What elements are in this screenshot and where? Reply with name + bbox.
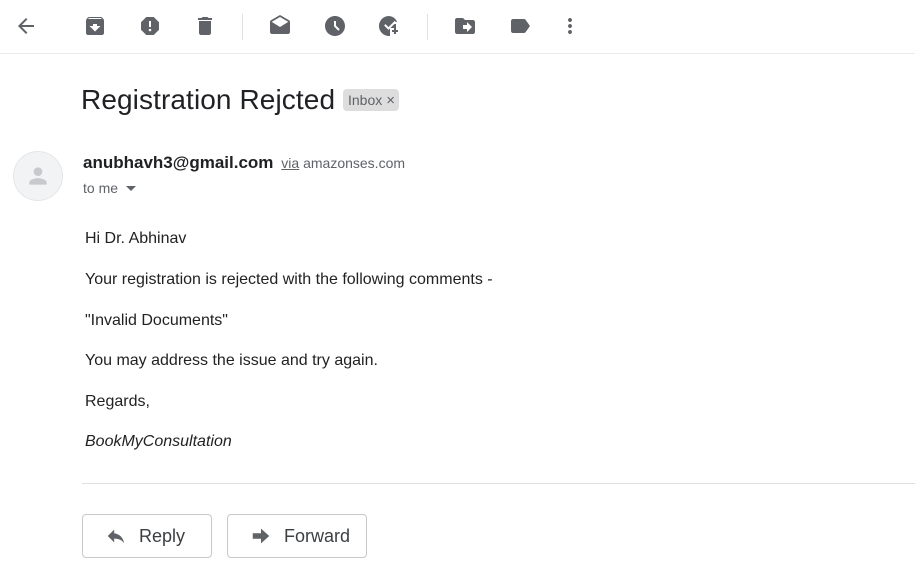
reply-icon [107, 529, 125, 544]
body-greeting: Hi Dr. Abhinav [85, 230, 187, 247]
person-icon [29, 167, 47, 185]
inbox-label-chip[interactable]: Inbox × [343, 89, 400, 111]
toolbar [0, 0, 915, 54]
email-subject: Registration Rejcted [81, 84, 336, 115]
mark-unread-icon[interactable] [261, 7, 299, 45]
label-chip-text: Inbox [348, 92, 383, 108]
recipient-text: to me [83, 180, 119, 196]
sender-avatar[interactable] [13, 151, 63, 201]
delete-icon[interactable] [186, 7, 224, 45]
recipient-line: to me [83, 180, 137, 196]
message-divider [82, 483, 915, 484]
sender-line: anubhavh3@gmail.com via amazonses.com [83, 153, 405, 173]
sender-email[interactable]: anubhavh3@gmail.com [83, 153, 273, 172]
add-to-tasks-icon[interactable] [371, 7, 409, 45]
reply-label: Reply [139, 525, 186, 546]
forward-icon [252, 528, 270, 544]
remove-label-icon[interactable]: × [386, 93, 395, 108]
label-icon[interactable] [501, 7, 539, 45]
via-link[interactable]: via [281, 155, 299, 171]
archive-icon[interactable] [76, 7, 114, 45]
back-arrow-icon[interactable] [7, 7, 45, 45]
snooze-icon[interactable] [316, 7, 354, 45]
show-details-icon[interactable] [126, 185, 137, 191]
reply-button[interactable]: Reply [82, 514, 212, 558]
more-options-icon[interactable] [551, 7, 589, 45]
body-signature: BookMyConsultation [85, 433, 232, 450]
via-domain: amazonses.com [303, 155, 406, 171]
body-closing: Regards, [85, 393, 150, 410]
toolbar-divider [242, 14, 243, 40]
forward-button[interactable]: Forward [227, 514, 367, 558]
report-spam-icon[interactable] [131, 7, 169, 45]
move-to-icon[interactable] [446, 7, 484, 45]
body-comment: "Invalid Documents" [85, 312, 228, 329]
body-line-2: You may address the issue and try again. [85, 352, 378, 369]
forward-label: Forward [284, 525, 351, 546]
body-line-1: Your registration is rejected with the f… [85, 271, 493, 288]
toolbar-divider [427, 14, 428, 40]
